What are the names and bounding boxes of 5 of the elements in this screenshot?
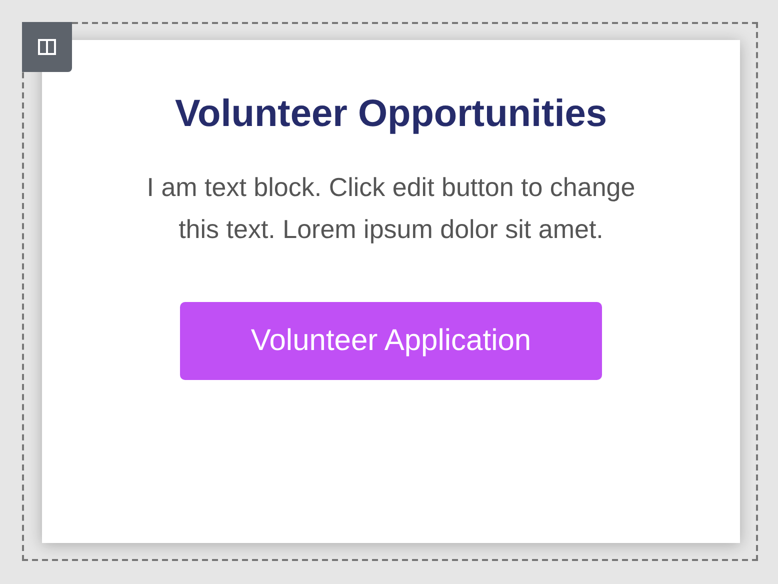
columns-icon [38, 39, 56, 55]
intro-paragraph: I am text block. Click edit button to change this text. Lorem ipsum dolor sit amet. [146, 171, 636, 246]
heading: Volunteer Opportunities [174, 92, 608, 137]
application-button[interactable]: Volunteer Application [180, 302, 602, 380]
section-handle[interactable] [22, 22, 72, 72]
